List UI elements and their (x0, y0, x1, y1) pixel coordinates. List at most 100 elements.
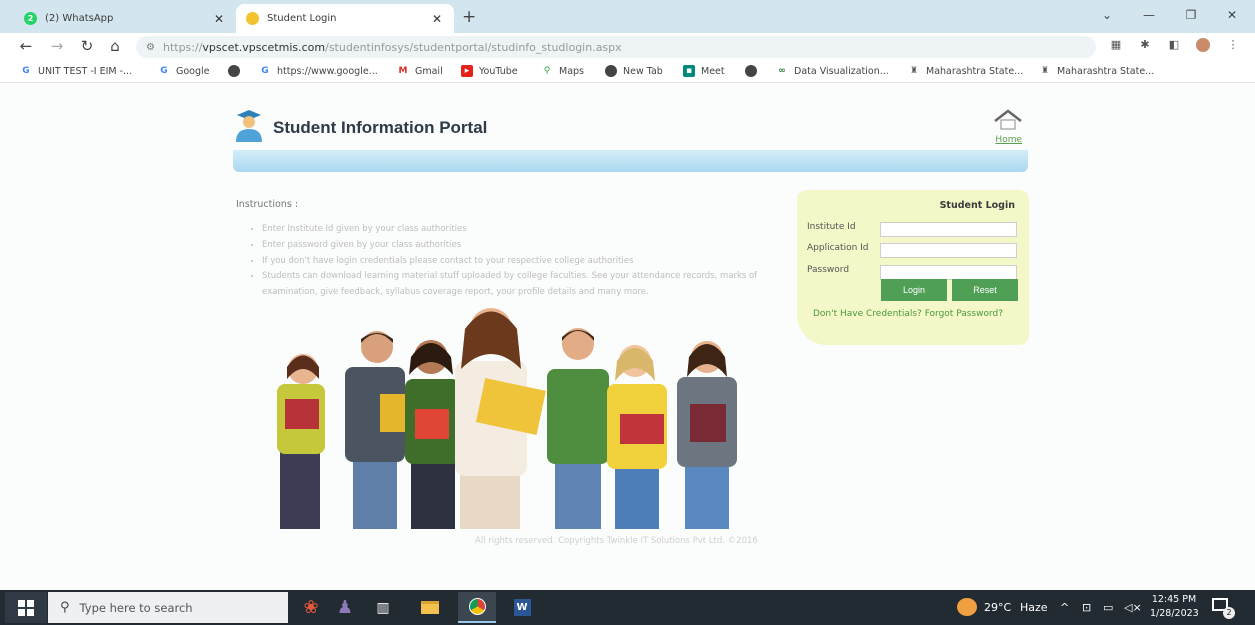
bookmark-item[interactable]: ♜ Maharashtra State... (908, 65, 1023, 77)
tab-whatsapp[interactable]: 2 (2) WhatsApp ✕ (14, 4, 236, 33)
browser-toolbar: ← → ↻ ⌂ ⚙ https:// vpscet.vpscetmis.com … (0, 33, 1255, 61)
forward-arrow-icon[interactable]: → (47, 37, 67, 55)
windows-logo-icon[interactable] (18, 599, 34, 616)
bookmark-item[interactable]: ⚲ Maps (541, 65, 584, 77)
forgot-password-link[interactable]: Forgot Password? (925, 309, 1003, 319)
url-scheme: https:// (162, 40, 203, 54)
application-id-input[interactable] (880, 243, 1017, 258)
bookmark-item[interactable]: G UNIT TEST -I EIM -... (20, 65, 132, 77)
network-icon[interactable]: ⊡ (1082, 601, 1091, 614)
system-clock[interactable]: 12:45 PM 1/28/2023 (1150, 593, 1199, 621)
list-item: Enter Institute Id given by your class a… (262, 222, 768, 238)
bookmark-item[interactable]: ∞ Data Visualization... (776, 65, 889, 77)
bookmarks-bar: G UNIT TEST -I EIM -... G Google Ghttps://… (0, 61, 1255, 83)
bookmark-item[interactable]: M Gmail (397, 65, 443, 77)
wizard-hat-icon[interactable]: ♟ (326, 592, 364, 623)
student-figure (607, 345, 667, 529)
side-panel-icon[interactable]: ◧ (1167, 38, 1181, 52)
bookmark-item[interactable] (228, 65, 246, 77)
notifications-icon[interactable]: 2 (1212, 598, 1235, 619)
task-view-icon[interactable]: ▥ (364, 592, 402, 623)
bookmark-item[interactable]: ♜ Maharashtra State... (1039, 65, 1154, 77)
bookmark-item[interactable]: G Google (158, 65, 209, 77)
url-path: /studentinfosys/studentportal/studinfo_s… (325, 40, 622, 54)
student-figure (677, 341, 737, 529)
tab-student-login[interactable]: Student Login ✕ (236, 4, 454, 33)
browser-tab-bar: 2 (2) WhatsApp ✕ Student Login ✕ + ⌄ — ❐… (0, 0, 1255, 33)
new-tab-button[interactable]: + (462, 7, 476, 27)
extensions-puzzle-icon[interactable]: ✱ (1138, 38, 1152, 52)
cortana-decor-icon[interactable]: ❀ (292, 592, 330, 623)
close-tab-icon[interactable]: ✕ (430, 12, 444, 26)
screen: 2 (2) WhatsApp ✕ Student Login ✕ + ⌄ — ❐… (0, 0, 1255, 625)
windows-taskbar: ⚲ Type here to search ❀ ♟ ▥ W 29°C Haze … (0, 590, 1255, 625)
close-tab-icon[interactable]: ✕ (212, 12, 226, 26)
tab-search-icon[interactable]: ⌄ (1097, 8, 1117, 22)
reload-icon[interactable]: ↻ (77, 37, 97, 55)
url-host: vpscet.vpscetmis.com (202, 40, 326, 54)
maps-icon: ⚲ (543, 66, 551, 76)
institute-id-input[interactable] (880, 222, 1017, 237)
weather-description[interactable]: Haze (1020, 601, 1048, 614)
copyright-text: All rights reserved. Copyrights Twinkle … (475, 536, 758, 546)
google-icon: G (261, 66, 269, 76)
tab-title: (2) WhatsApp (45, 13, 114, 24)
list-item: Enter password given by your class autho… (262, 238, 768, 254)
bookmark-item[interactable]: ▪ Meet (683, 65, 725, 77)
taskbar-search-box[interactable]: ⚲ Type here to search (48, 592, 288, 623)
application-id-label: Application Id (807, 243, 869, 253)
site-info-icon[interactable]: ⚙ (146, 42, 155, 53)
home-icon[interactable] (992, 108, 1024, 130)
bookmark-item[interactable]: ▸ YouTube (461, 65, 518, 77)
address-bar[interactable]: ⚙ https:// vpscet.vpscetmis.com /student… (136, 36, 1096, 58)
file-explorer-icon[interactable] (411, 592, 449, 623)
instructions-list: Enter Institute Id given by your class a… (248, 222, 768, 301)
emblem-icon: ♜ (909, 66, 919, 76)
student-figure (405, 340, 460, 529)
page-title: Student Information Portal (273, 118, 488, 137)
password-label: Password (807, 265, 850, 275)
list-item: Students can download learning material … (262, 269, 768, 301)
bookmark-item[interactable] (745, 65, 763, 77)
battery-icon[interactable]: ▭ (1103, 601, 1113, 614)
whatsapp-icon: 2 (24, 12, 37, 25)
back-arrow-icon[interactable]: ← (16, 37, 36, 55)
reset-button[interactable]: Reset (952, 279, 1018, 301)
home-icon[interactable]: ⌂ (105, 37, 125, 55)
clock-time: 12:45 PM (1151, 594, 1197, 605)
home-link[interactable]: Home (995, 135, 1022, 145)
bookmark-item[interactable]: Ghttps://www.google... (259, 65, 377, 77)
password-input[interactable] (880, 265, 1017, 280)
bookmark-item[interactable]: New Tab (605, 65, 663, 77)
window-close-icon[interactable]: ✕ (1222, 8, 1242, 22)
instructions-title: Instructions : (236, 199, 299, 210)
weather-temperature[interactable]: 29°C (984, 601, 1011, 614)
cast-icon[interactable]: ▦ (1109, 38, 1123, 52)
start-button[interactable] (5, 592, 47, 623)
no-credentials-link[interactable]: Don't Have Credentials? (813, 309, 922, 319)
restore-icon[interactable]: ❐ (1181, 8, 1201, 22)
show-hidden-icons-chevron-icon[interactable]: ^ (1060, 601, 1069, 614)
google-icon: G (22, 66, 30, 76)
header-band (233, 150, 1028, 172)
google-icon: G (160, 66, 168, 76)
minimize-icon[interactable]: — (1139, 8, 1159, 22)
link-icon: ∞ (778, 66, 786, 76)
portal-header: Student Information Portal Home (233, 104, 1028, 172)
login-title: Student Login (939, 200, 1015, 211)
volume-muted-icon[interactable]: ◁× (1124, 601, 1142, 614)
student-figure (345, 331, 410, 529)
menu-kebab-icon[interactable]: ⋮ (1226, 38, 1240, 52)
youtube-icon: ▸ (461, 65, 473, 77)
student-figure (547, 328, 609, 529)
login-button[interactable]: Login (881, 279, 947, 301)
site-favicon-icon (246, 12, 259, 25)
word-icon[interactable]: W (503, 592, 541, 623)
student-figure (455, 308, 546, 529)
institute-id-label: Institute Id (807, 222, 856, 232)
chrome-icon[interactable] (458, 592, 496, 623)
weather-haze-icon[interactable] (957, 598, 977, 616)
login-help-links: Don't Have Credentials? Forgot Password? (813, 309, 1003, 319)
graduate-student-icon (236, 110, 262, 142)
profile-avatar[interactable] (1196, 38, 1210, 52)
